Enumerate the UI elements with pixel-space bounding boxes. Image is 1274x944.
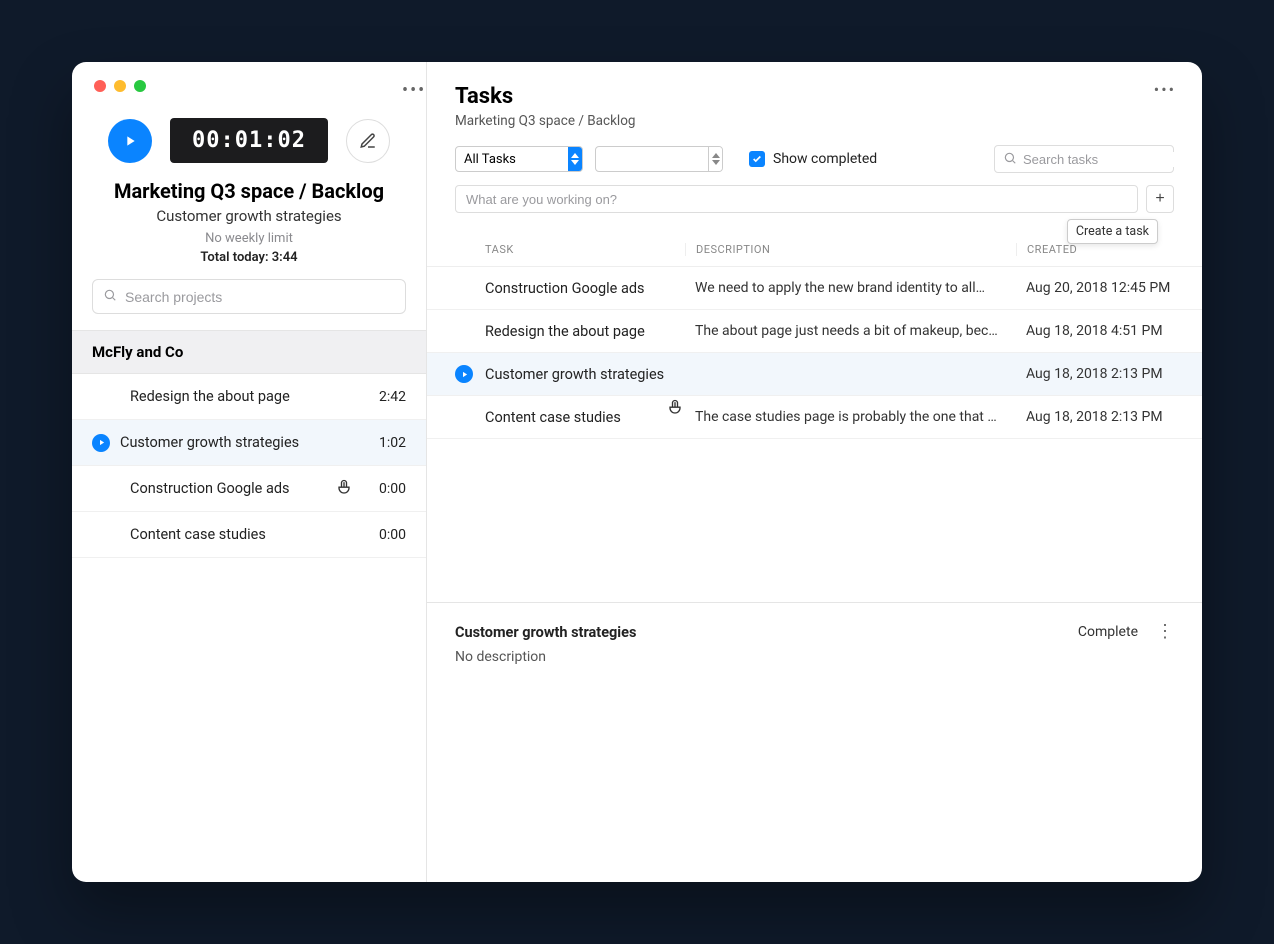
task-name: Construction Google ads (485, 280, 685, 297)
sidebar-item-label: Content case studies (120, 526, 379, 543)
table-header: TASK DESCRIPTION CREATED (427, 243, 1202, 267)
play-icon (122, 133, 138, 149)
new-task-input[interactable] (455, 185, 1138, 213)
project-search-box[interactable] (92, 279, 406, 314)
complete-button[interactable]: Complete (1078, 624, 1138, 640)
window-controls (72, 62, 426, 92)
sidebar-item-label: Construction Google ads (120, 480, 379, 497)
secondary-filter-select[interactable] (595, 146, 723, 172)
app-window: 00:01:02 Marketing Q3 space / Backlog Cu… (72, 62, 1202, 882)
close-window-icon[interactable] (94, 80, 106, 92)
task-description: The about page just needs a bit of makeu… (685, 323, 1016, 339)
minimize-window-icon[interactable] (114, 80, 126, 92)
table-row[interactable]: Content case studies The case studies pa… (427, 396, 1202, 439)
sidebar-item-label: Customer growth strategies (120, 434, 379, 451)
show-completed-toggle[interactable]: Show completed (749, 151, 877, 167)
task-name: Redesign the about page (485, 323, 685, 340)
task-search-box[interactable] (994, 145, 1174, 173)
task-filter-value: All Tasks (464, 152, 516, 167)
pencil-icon (359, 132, 377, 150)
column-header-task[interactable]: TASK (485, 243, 685, 256)
sidebar-item-task[interactable]: Construction Google ads 0:00 (72, 466, 426, 512)
current-task-name: Customer growth strategies (72, 207, 426, 231)
kebab-icon[interactable]: ⋮ (1156, 623, 1174, 641)
sidebar-item-time: 0:00 (379, 527, 406, 543)
task-created: Aug 18, 2018 2:13 PM (1016, 366, 1174, 382)
workspace-header[interactable]: McFly and Co (72, 330, 426, 374)
sidebar-item-task[interactable]: Content case studies 0:00 (72, 512, 426, 558)
task-created: Aug 18, 2018 2:13 PM (1016, 409, 1174, 425)
sidebar-item-task[interactable]: Redesign the about page 2:42 (72, 374, 426, 420)
total-today-text: Total today: 3:44 (72, 250, 426, 279)
play-button[interactable] (108, 119, 152, 163)
play-icon (92, 434, 110, 452)
timer-row: 00:01:02 (72, 92, 426, 173)
play-icon[interactable] (455, 365, 473, 383)
plus-icon: + (1155, 190, 1164, 208)
filters-row: All Tasks Sh (455, 145, 1174, 173)
main-more-icon[interactable]: ••• (1154, 80, 1176, 99)
sidebar-more-icon[interactable]: ••• (402, 80, 426, 101)
create-task-tooltip: Create a task (1067, 219, 1158, 244)
breadcrumb: Marketing Q3 space / Backlog (455, 113, 1174, 129)
task-detail-panel: Customer growth strategies Complete ⋮ No… (427, 602, 1202, 882)
sidebar-item-time: 0:00 (379, 481, 406, 497)
show-completed-label: Show completed (773, 151, 877, 167)
sidebar-item-task[interactable]: Customer growth strategies 1:02 (72, 420, 426, 466)
sidebar: 00:01:02 Marketing Q3 space / Backlog Cu… (72, 62, 427, 882)
checkbox-checked-icon (749, 151, 765, 167)
detail-task-title: Customer growth strategies (455, 624, 636, 641)
column-header-description[interactable]: DESCRIPTION (685, 243, 1016, 256)
timer-display: 00:01:02 (170, 118, 328, 163)
task-name: Customer growth strategies (485, 366, 685, 383)
edit-time-button[interactable] (346, 119, 390, 163)
column-header-created[interactable]: CREATED (1016, 243, 1174, 256)
sidebar-item-label: Redesign the about page (120, 388, 379, 405)
task-description: We need to apply the new brand identity … (685, 280, 1016, 296)
project-search-input[interactable] (125, 289, 395, 305)
search-icon (1003, 150, 1017, 169)
weekly-limit-text: No weekly limit (72, 231, 426, 250)
table-row[interactable]: Customer growth strategies Aug 18, 2018 … (427, 353, 1202, 396)
task-created: Aug 20, 2018 12:45 PM (1016, 280, 1174, 296)
task-name: Content case studies (485, 409, 685, 426)
task-table: TASK DESCRIPTION CREATED Construction Go… (427, 243, 1202, 439)
table-row[interactable]: Construction Google ads We need to apply… (427, 267, 1202, 310)
task-filter-select[interactable]: All Tasks (455, 146, 583, 172)
sidebar-item-time: 2:42 (379, 389, 406, 405)
stepper-icon (568, 147, 582, 171)
task-created: Aug 18, 2018 4:51 PM (1016, 323, 1174, 339)
add-task-button[interactable]: + (1146, 185, 1174, 213)
current-project-path: Marketing Q3 space / Backlog (72, 173, 426, 207)
page-title: Tasks (455, 84, 1174, 109)
task-search-input[interactable] (1023, 152, 1199, 167)
sidebar-item-time: 1:02 (379, 435, 406, 451)
table-row[interactable]: Redesign the about page The about page j… (427, 310, 1202, 353)
detail-description: No description (455, 649, 1174, 665)
main-panel: ••• Tasks Marketing Q3 space / Backlog A… (427, 62, 1202, 882)
stepper-icon (708, 147, 722, 171)
maximize-window-icon[interactable] (134, 80, 146, 92)
task-description: The case studies page is probably the on… (685, 409, 1016, 425)
search-icon (103, 287, 117, 306)
project-list: Redesign the about page 2:42 Customer gr… (72, 374, 426, 558)
